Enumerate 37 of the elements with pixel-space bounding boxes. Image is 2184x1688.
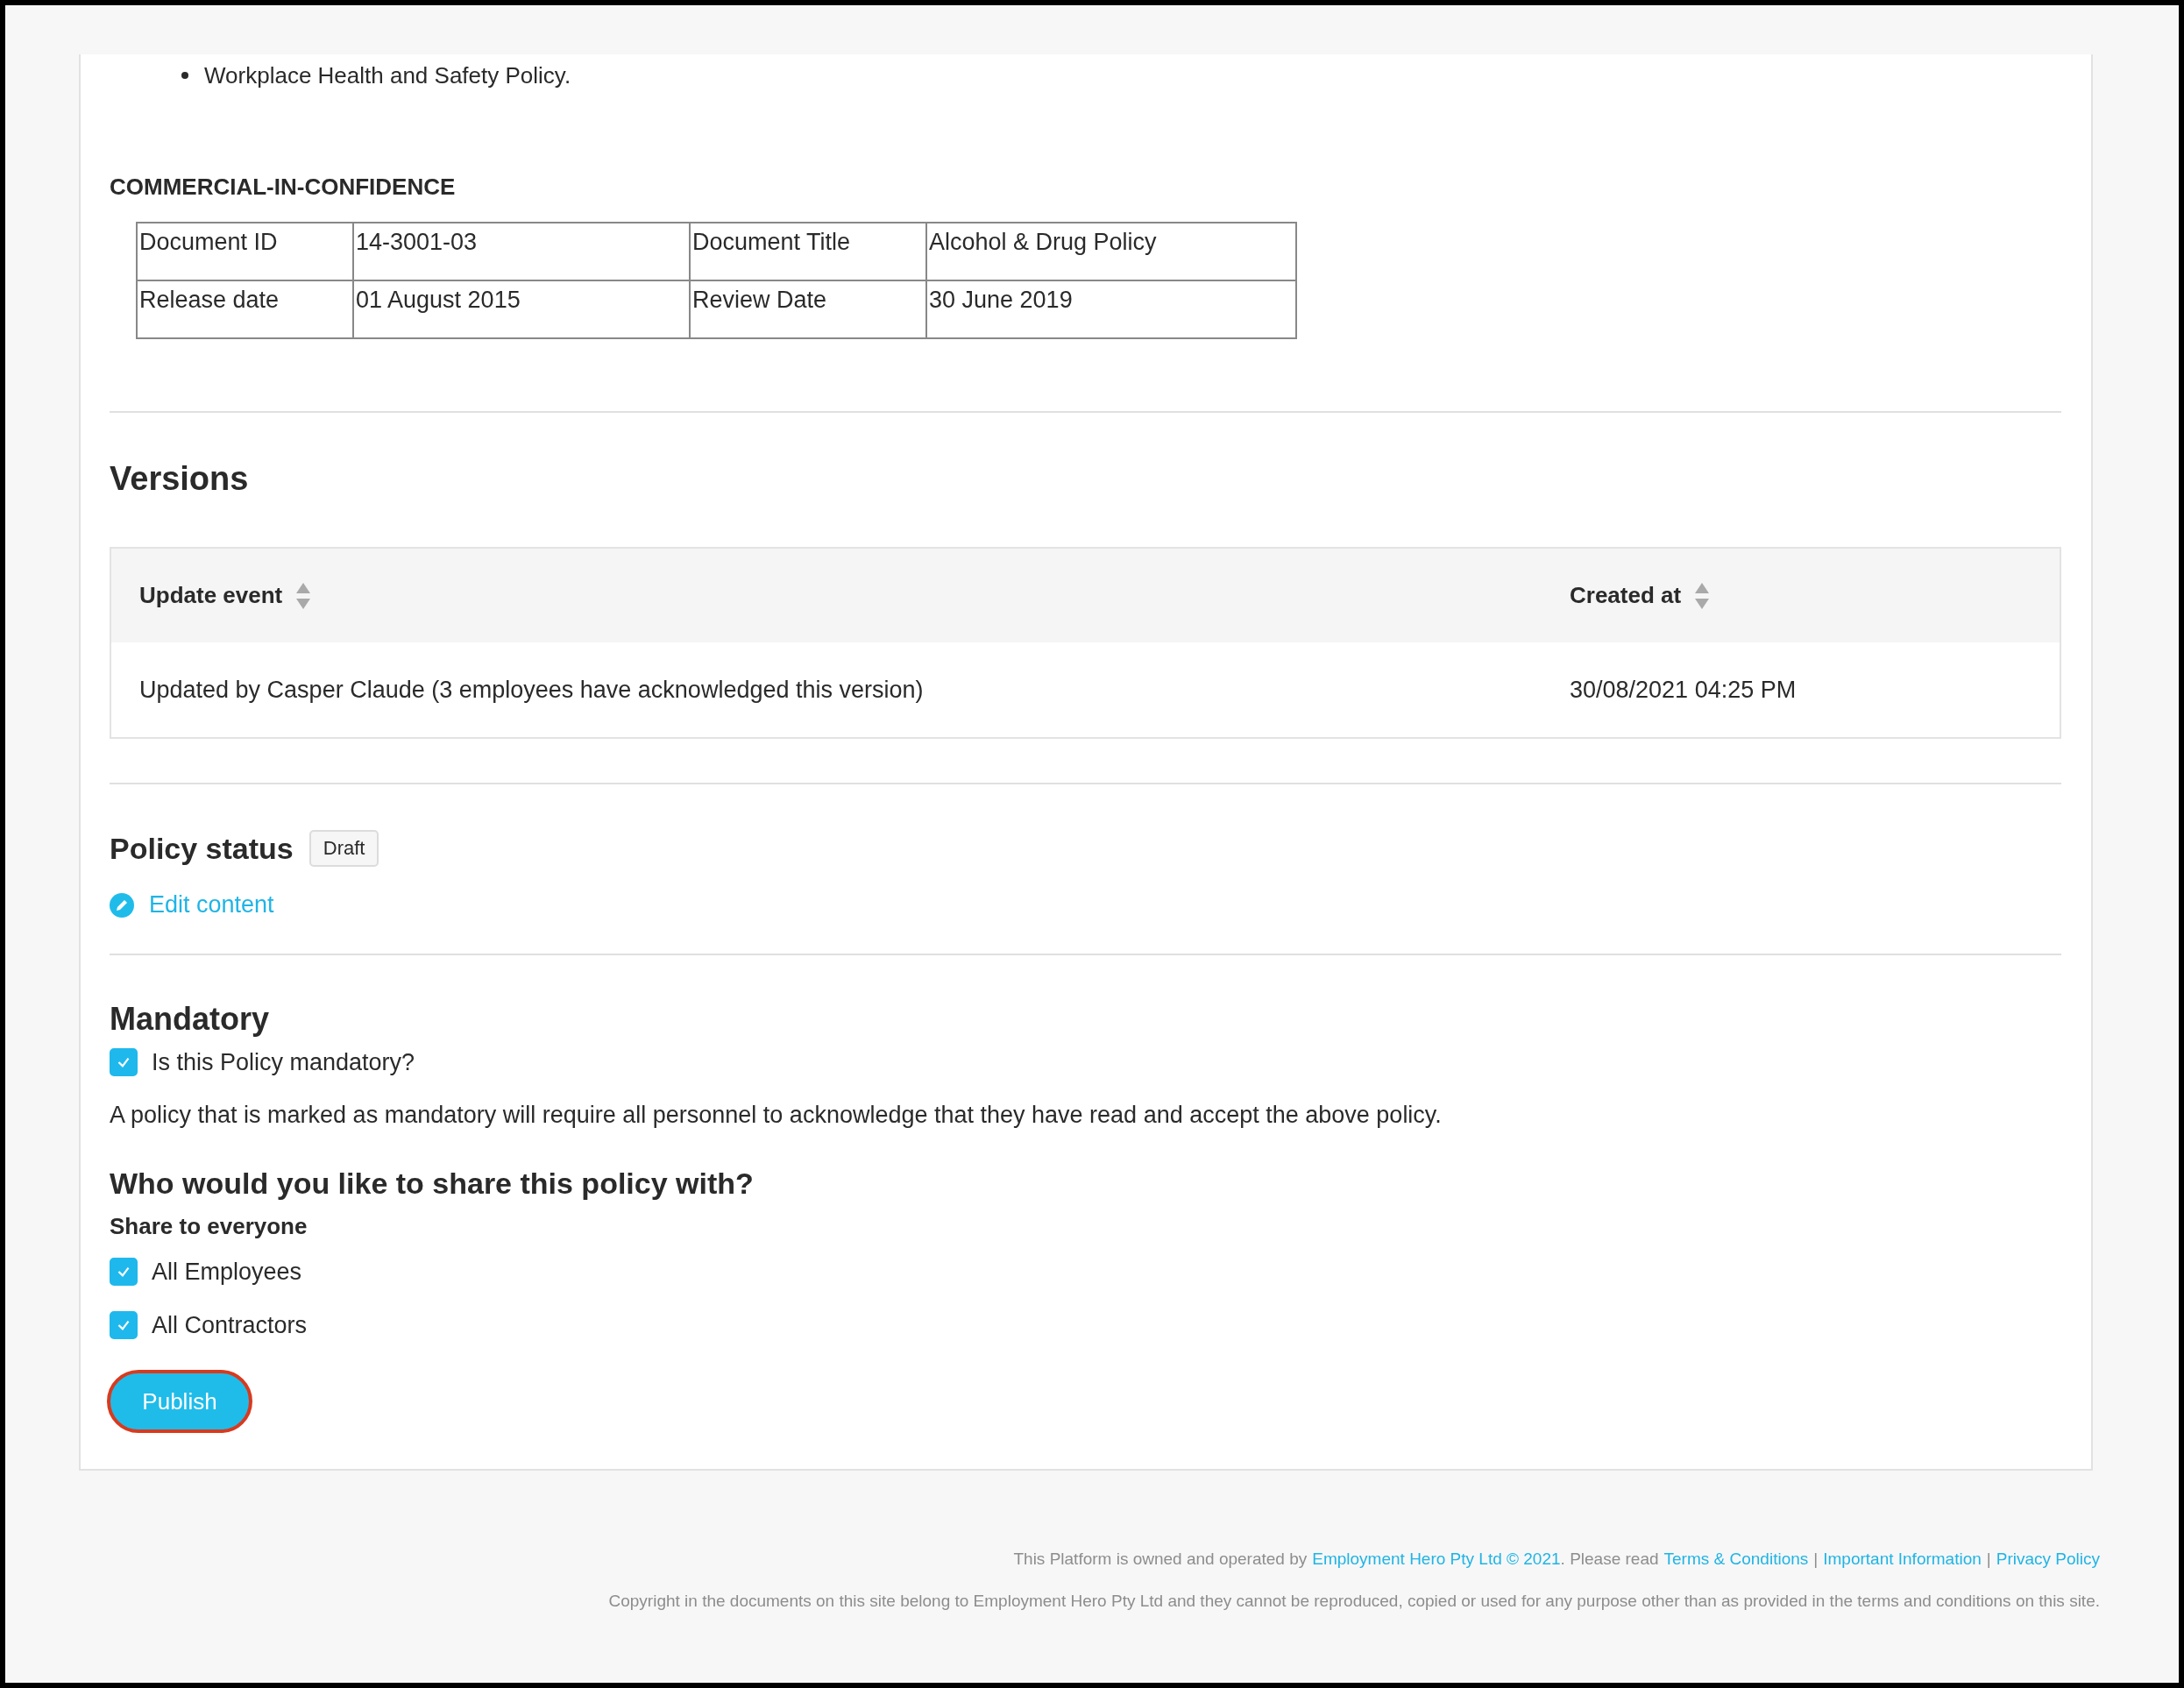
table-cell: Alcohol & Drug Policy [926,223,1296,280]
table-cell: 30 June 2019 [926,280,1296,338]
section-title: Versions [110,459,250,499]
footer-link[interactable]: Important Information [1823,1550,1982,1568]
pencil-icon[interactable] [110,892,134,918]
section-title: Mandatory [110,1000,271,1039]
checkbox-label: All Contractors [152,1311,308,1339]
checkbox-label: Is this Policy mandatory? [152,1048,415,1076]
checkbox-label: All Employees [152,1258,302,1286]
column-header[interactable]: Created at [1570,582,1682,609]
footer-link[interactable]: Privacy Policy [1996,1550,2100,1568]
footer-link[interactable]: Employment Hero Pty Ltd © 2021 [1312,1550,1561,1568]
table-cell: Review Date [690,280,926,338]
footer-notice: This Platform is owned and operated by Employment Hero Pty Ltd © 2021. Please read Terms & Conditions | Important Information | Privacy Policy [1012,1550,2100,1569]
bullet-icon [181,72,188,79]
section-title: Who would you like to share this policy with? [110,1166,755,1202]
bullet-text: Workplace Health and Safety Policy. [204,61,571,90]
edit-content-link[interactable]: Edit content [149,891,274,918]
description-text: A policy that is marked as mandatory will require all personnel to acknowledge that they have read and accept the above policy. [110,1101,1443,1130]
checkbox[interactable] [110,1311,138,1339]
table-cell: Release date [137,280,353,338]
copyright-text: Copyright in the documents on this site belong to Employment Hero Pty Ltd and they cannot be reproduced, copied or used for any purpose other than as provided in the terms and conditions on this site. [607,1592,2100,1611]
checkbox[interactable] [110,1258,138,1286]
checkbox[interactable] [110,1048,138,1076]
table-cell: Document Title [690,223,926,280]
column-header[interactable]: Update event [139,582,283,609]
publish-button[interactable]: Publish [107,1370,252,1433]
footer-link[interactable]: Terms & Conditions [1663,1550,1809,1568]
table-cell: Document ID [137,223,353,280]
table-cell-text: Updated by Casper Claude (3 employees have acknowledged this version) [138,676,925,704]
table-cell: 14-3001-03 [353,223,690,280]
table-cell: 01 August 2015 [353,280,690,338]
section-title: Policy status [110,831,294,866]
status-badge: Draft [308,830,379,867]
table-cell: 30/08/2021 04:25 PM [1570,676,1797,704]
subheading: Share to everyone [110,1213,308,1240]
confidentiality-heading: COMMERCIAL-IN-CONFIDENCE [110,173,457,202]
